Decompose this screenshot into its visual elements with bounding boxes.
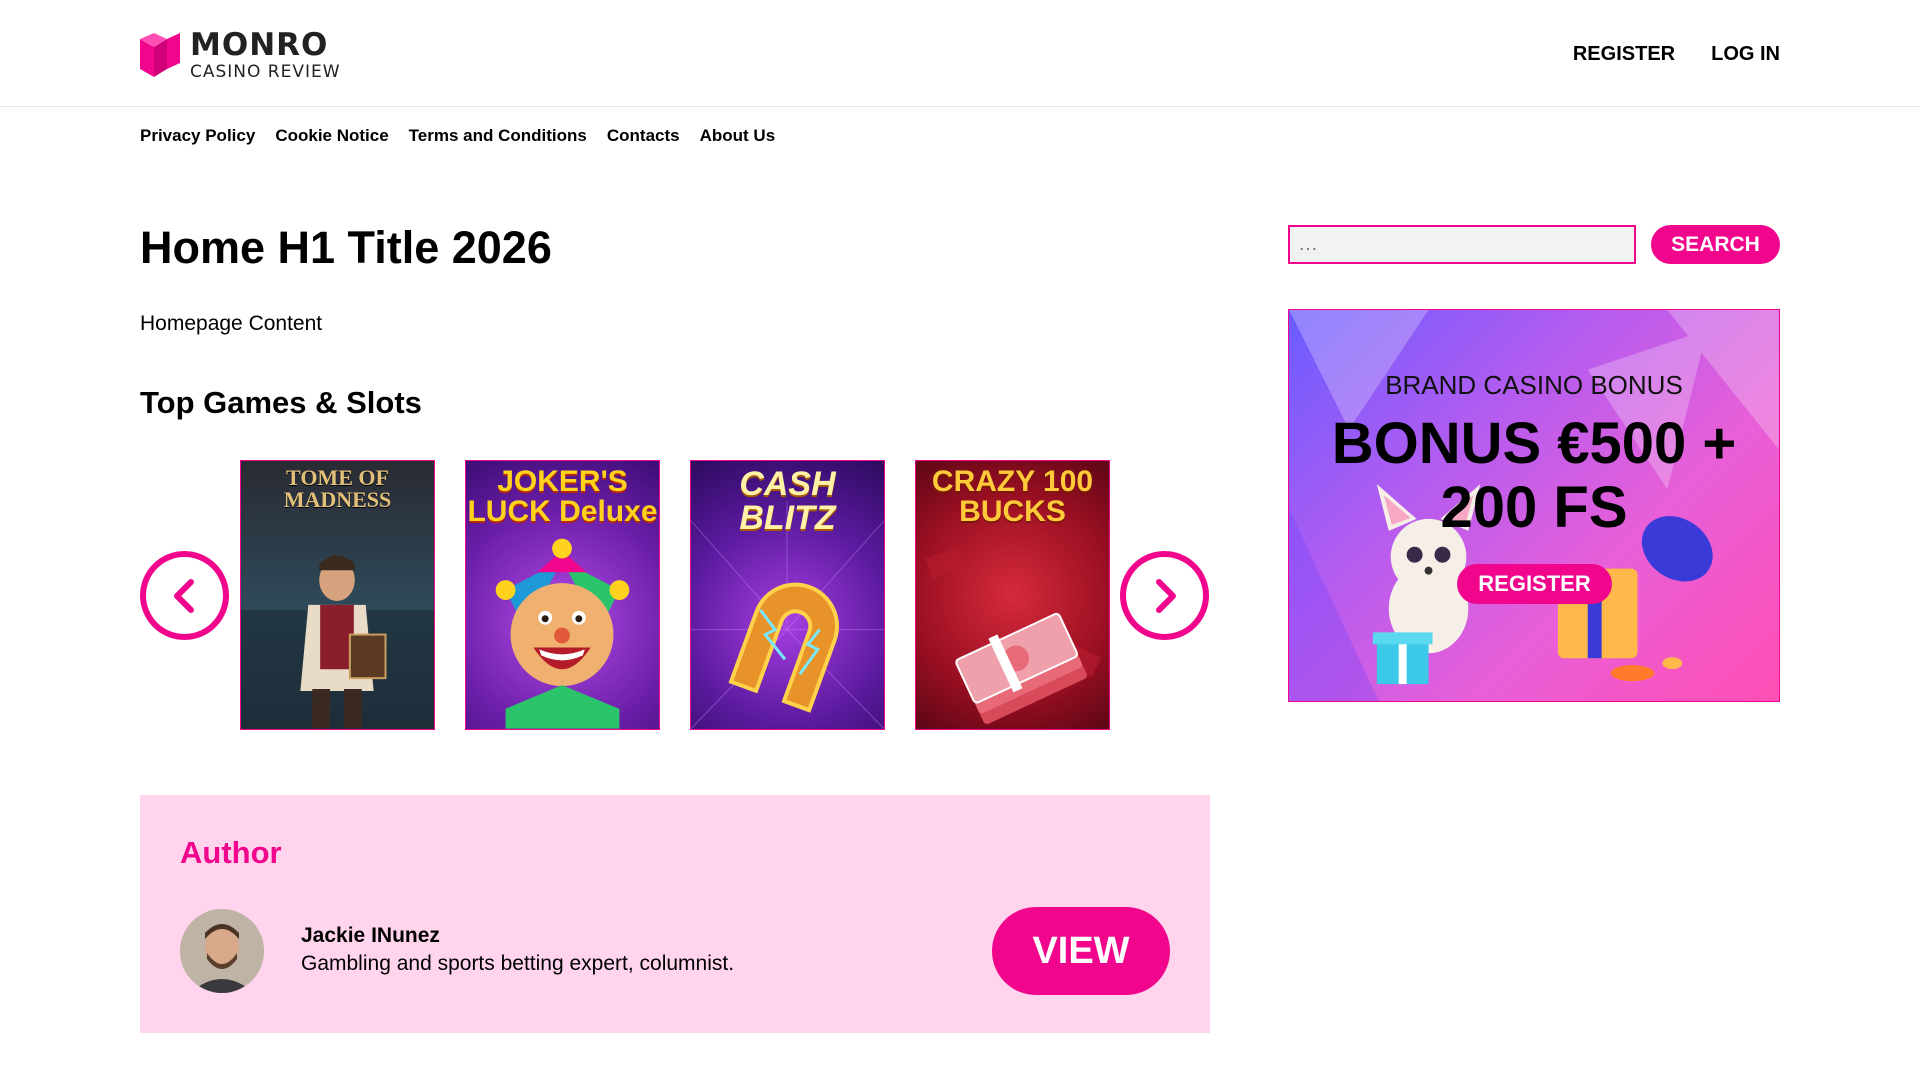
nav-item-cookie-notice[interactable]: Cookie Notice [275, 126, 388, 146]
carousel-prev-button[interactable] [140, 551, 229, 640]
game-title: JOKER'S LUCK Deluxe [467, 465, 658, 528]
game-card-jokers-luck[interactable]: JOKER'S LUCK Deluxe [465, 460, 660, 730]
auth-links: REGISTER LOG IN [1573, 43, 1780, 66]
page-title: Home H1 Title 2026 [140, 222, 552, 273]
page-content: Homepage Content [140, 312, 323, 335]
author-box: Author Jackie INunez Gambling and sports… [140, 795, 1210, 1033]
logo-subtitle: CASINO REVIEW [190, 62, 341, 82]
bonus-banner[interactable]: BRAND CASINO BONUS BONUS €500 + 200 FS R… [1288, 309, 1780, 702]
author-name: Jackie INunez [301, 924, 440, 947]
view-author-button[interactable]: VIEW [992, 907, 1170, 995]
game-title: CASH BLITZ [739, 465, 836, 537]
nav-item-contacts[interactable]: Contacts [607, 126, 680, 146]
author-photo [180, 909, 264, 993]
login-link[interactable]: LOG IN [1711, 43, 1780, 66]
games-heading: Top Games & Slots [140, 385, 422, 420]
carousel-next-button[interactable] [1120, 551, 1209, 640]
game-title: TOME OF MADNESS [283, 465, 392, 512]
game-card-crazy-100-bucks[interactable]: CRAZY 100 BUCKS [915, 460, 1110, 730]
game-title: CRAZY 100 BUCKS [931, 465, 1094, 528]
register-link[interactable]: REGISTER [1573, 43, 1675, 66]
nav-item-privacy-policy[interactable]: Privacy Policy [140, 126, 255, 146]
avatar [180, 909, 264, 993]
author-bio: Gambling and sports betting expert, colu… [301, 952, 735, 975]
site-logo[interactable]: MONRO CASINO REVIEW [140, 30, 341, 81]
chevron-left-icon [173, 578, 194, 613]
banner-offer: BONUS €500 + 200 FS [1331, 411, 1737, 540]
author-heading: Author [180, 835, 282, 870]
game-card-cash-blitz[interactable]: CASH BLITZ [690, 460, 885, 730]
logo-mark-icon [140, 33, 180, 77]
banner-label: BRAND CASINO BONUS [1385, 370, 1683, 400]
game-card-tome-of-madness[interactable]: TOME OF MADNESS [240, 460, 435, 730]
banner-register-button[interactable]: REGISTER [1457, 564, 1612, 604]
search-input[interactable] [1288, 225, 1636, 264]
chevron-right-icon [1155, 578, 1176, 613]
nav-item-terms[interactable]: Terms and Conditions [409, 126, 587, 146]
logo-name: MONRO [190, 27, 329, 63]
site-header: MONRO CASINO REVIEW REGISTER LOG IN [0, 0, 1920, 107]
footer-nav: Privacy Policy Cookie Notice Terms and C… [140, 126, 775, 146]
nav-item-about-us[interactable]: About Us [700, 126, 776, 146]
search-button[interactable]: SEARCH [1651, 225, 1780, 264]
